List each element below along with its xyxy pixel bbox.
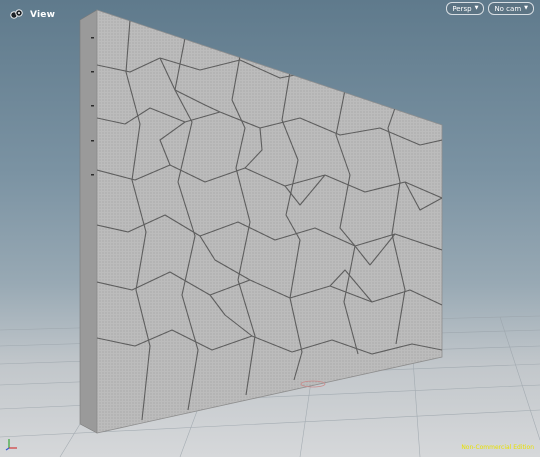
wall-edge xyxy=(79,9,98,434)
camera-controls: Persp ▼ No cam ▼ xyxy=(446,2,534,15)
view-label[interactable]: View xyxy=(9,8,55,21)
chevron-down-icon: ▼ xyxy=(524,5,528,11)
camera-mode-dropdown[interactable]: Persp ▼ xyxy=(446,2,485,15)
xyz-axes-icon xyxy=(5,439,17,451)
camera-select-dropdown[interactable]: No cam ▼ xyxy=(488,2,534,15)
camera-mode-label: Persp xyxy=(452,4,472,13)
chevron-down-icon: ▼ xyxy=(474,5,479,11)
scene-canvas[interactable] xyxy=(0,0,540,457)
viewport-eye-icon xyxy=(10,9,23,19)
edition-watermark: Non-Commercial Edition xyxy=(461,444,534,451)
view-title: View xyxy=(30,9,56,20)
viewport[interactable]: View Persp ▼ No cam ▼ Non-Commercial Edi… xyxy=(0,0,540,457)
camera-select-label: No cam xyxy=(494,4,522,13)
